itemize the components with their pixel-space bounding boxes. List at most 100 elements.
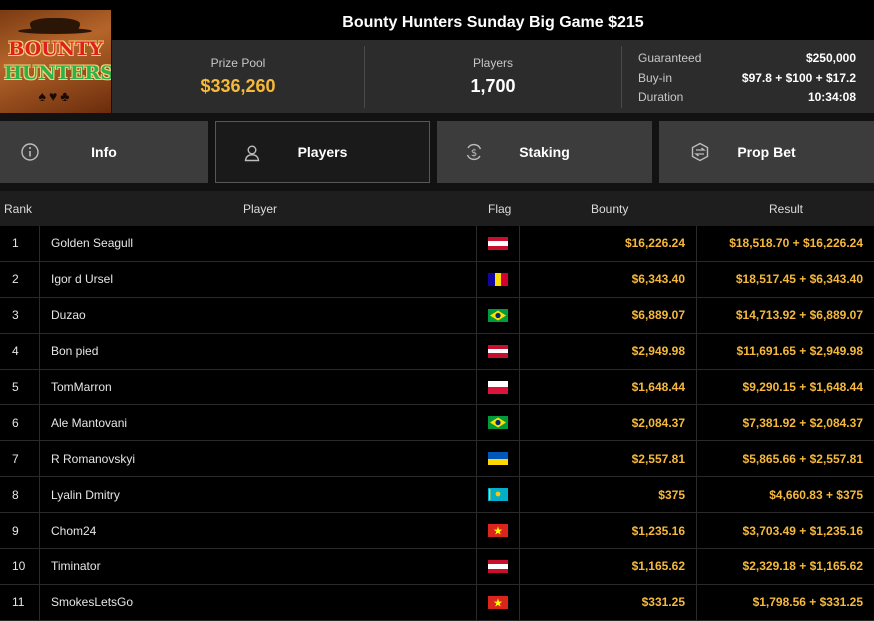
buyin-value: $97.8 + $100 + $17.2 [741,70,856,85]
title-bar: Bounty Hunters Sunday Big Game $215 [0,0,874,40]
tab-info[interactable]: Info [0,121,208,183]
flag-cell [477,549,520,584]
rank-cell: 11 [0,584,40,620]
buyin-label: Buy-in [638,70,673,85]
player-name-cell[interactable]: Ale Mantovani [40,405,477,441]
svg-text:$: $ [471,148,477,159]
rank-cell: 7 [0,441,40,477]
rank-cell: 9 [0,513,40,549]
bounty-cell: $6,889.07 [520,297,697,333]
result-cell: $11,691.65 + $2,949.98 [736,344,863,359]
table-row[interactable]: 10 Timinator $1,165.62 $2,329.18 + $1,165.6… [0,549,874,585]
table-row[interactable]: 5 TomMarron $1,648.44 $9,290.15 + $1,648.44 [0,369,874,406]
poland-flag-icon [488,380,508,394]
rank-cell: 8 [0,477,40,513]
rank-cell: 4 [0,333,40,369]
coin-cycle-icon: $ [466,143,482,161]
players-stat: Players 1,700 [365,40,621,113]
column-header-flag[interactable]: Flag [488,202,511,216]
flag-cell [477,369,520,405]
flag-cell [477,477,520,513]
flag-cell [477,333,520,369]
table-header: Rank Player Flag Bounty Result [0,191,874,226]
logo-text-line1: BOUNTY [8,38,103,60]
table-row[interactable]: 3 Duzao $6,889.07 $14,713.92 + $6,889.07 [0,297,874,334]
table-row[interactable]: 2 Igor d Ursel $6,343.40 $18,517.45 + $6,34… [0,261,874,298]
bounty-cell: $331.25 [520,584,697,620]
table-row[interactable]: 4 Bon pied $2,949.98 $11,691.65 + $2,949.98 [0,333,874,370]
kazakhstan-flag-icon [488,488,508,502]
result-cell: $2,329.18 + $1,165.62 [742,559,863,574]
column-header-result[interactable]: Result [769,202,803,216]
table-row[interactable]: 6 Ale Mantovani $2,084.37 $7,381.92 + $2,08… [0,405,874,442]
players-value: 1,700 [470,76,516,96]
players-table: 1 Golden Seagull $16,226.24 $18,518.70 + $1… [0,226,874,621]
flag-cell [477,441,520,477]
table-row[interactable]: 1 Golden Seagull $16,226.24 $18,518.70 + $1… [0,226,874,262]
column-header-bounty[interactable]: Bounty [591,202,628,216]
bounty-cell: $2,084.37 [520,405,697,441]
flag-cell [477,297,520,333]
player-name-cell[interactable]: Igor d Ursel [40,261,477,297]
table-row[interactable]: 11 SmokesLetsGo $331.25 $1,798.56 + $331.25 [0,584,874,621]
flag-cell [477,226,520,261]
duration-value: 10:34:08 [807,90,856,104]
players-label: Players [472,56,513,70]
table-row[interactable]: 8 Lyalin Dmitry $375 $4,660.83 + $375 [0,477,874,514]
brazil-flag-icon [488,416,508,430]
austria-flag-icon [488,559,508,573]
ukraine-flag-icon [488,452,508,466]
result-cell: $14,713.92 + $6,889.07 [735,308,863,323]
logo-text-line2: HUNTERS [4,62,111,84]
player-name-cell[interactable]: TomMarron [40,369,477,405]
result-cell: $4,660.83 + $375 [769,487,863,502]
prop-bet-icon [691,142,709,162]
info-icon [21,143,39,161]
rank-cell: 2 [0,261,40,297]
duration-label: Duration [638,90,684,104]
bounty-cell: $1,165.62 [520,549,697,584]
bounty-cell: $375 [520,477,697,513]
result-cell: $5,865.66 + $2,557.81 [742,451,863,466]
tab-players[interactable]: Players [215,121,430,183]
player-name-cell[interactable]: Bon pied [40,333,477,369]
bounty-cell: $2,949.98 [520,333,697,369]
player-name-cell[interactable]: Timinator [40,549,477,584]
result-cell: $9,290.15 + $1,648.44 [742,380,863,394]
andorra-flag-icon [488,272,508,286]
player-name-cell[interactable]: Lyalin Dmitry [40,477,477,513]
tab-prop-bet[interactable]: Prop Bet [659,121,874,183]
card-suits-icon: ♠♥♣ [38,88,73,104]
player-name-cell[interactable]: Golden Seagull [40,226,477,261]
column-header-rank[interactable]: Rank [4,202,32,216]
tab-bar: Info Players $ Staking Prop Bet [0,121,874,183]
tournament-title: Bounty Hunters Sunday Big Game $215 [342,14,644,31]
flag-cell [477,405,520,441]
rank-cell: 5 [0,369,40,405]
player-name-cell[interactable]: SmokesLetsGo [40,584,477,620]
rank-cell: 1 [0,226,40,261]
table-row[interactable]: 9 Chom24 $1,235.16 $3,703.49 + $1,235.16 [0,513,874,550]
tournament-stats-panel: Prize Pool $336,260 Players 1,700 Guaran… [112,40,874,113]
player-name-cell[interactable]: Duzao [40,297,477,333]
prize-pool-value: $336,260 [200,76,276,96]
result-cell: $18,517.45 + $6,343.40 [735,272,863,287]
vietnam-flag-icon [488,524,508,538]
tab-staking[interactable]: $ Staking [437,121,652,183]
flag-cell [477,261,520,297]
result-cell: $7,381.92 + $2,084.37 [742,415,863,430]
table-row[interactable]: 7R Romanovskyi $2,557.81 $5,865.66 + $2,55… [0,441,874,478]
result-cell: $1,798.56 + $331.25 [752,595,863,610]
rank-cell: 6 [0,405,40,441]
column-header-player[interactable]: Player [243,202,277,216]
tournament-details: Guaranteed $250,000 Buy-in $97.8 + $100 + … [638,49,856,108]
vietnam-flag-icon [488,595,508,609]
rank-cell: 10 [0,549,40,584]
result-cell: $18,518.70 + $16,226.24 [729,236,863,251]
bounty-cell: $1,648.44 [520,369,697,405]
player-name-cell[interactable]: R Romanovskyi [40,441,477,477]
prize-pool-label: Prize Pool [210,56,266,70]
bounty-cell: $6,343.40 [520,261,697,297]
player-name-cell[interactable]: Chom24 [40,513,477,549]
bounty-cell: $2,557.81 [520,441,697,477]
